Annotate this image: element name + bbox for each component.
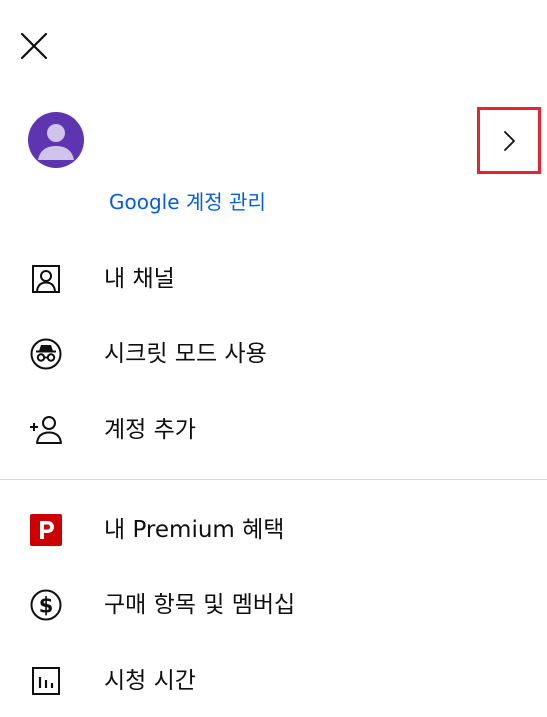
menu-item-purchases-memberships[interactable]: $ 구매 항목 및 멤버십: [0, 577, 547, 633]
menu-item-time-watched[interactable]: 시청 시간: [0, 653, 547, 709]
menu-label-my-channel: 내 채널: [104, 266, 175, 292]
person-add-icon: [28, 412, 64, 448]
menu-label-premium-benefits: 내 Premium 혜택: [104, 517, 285, 543]
menu-label-purchases-memberships: 구매 항목 및 멤버십: [104, 592, 296, 618]
incognito-icon: [28, 336, 64, 372]
menu-item-premium-benefits[interactable]: 내 Premium 혜택: [0, 502, 547, 558]
menu-item-add-account[interactable]: 계정 추가: [0, 402, 547, 458]
close-icon: [20, 32, 48, 60]
section-divider: [0, 479, 547, 480]
premium-p-icon: [28, 512, 64, 548]
menu-item-my-channel[interactable]: 내 채널: [0, 251, 547, 307]
menu-item-incognito[interactable]: 시크릿 모드 사용: [0, 326, 547, 382]
avatar[interactable]: [28, 112, 84, 168]
person-box-icon: [28, 261, 64, 297]
account-menu-page: Google 계정 관리 내 채널 시크릿 모드 사용 계정 추가 내 Prem…: [0, 0, 547, 717]
avatar-person-icon: [38, 124, 74, 160]
menu-label-time-watched: 시청 시간: [104, 668, 196, 694]
svg-text:$: $: [39, 594, 54, 618]
menu-label-add-account: 계정 추가: [104, 417, 196, 443]
manage-google-account-link[interactable]: Google 계정 관리: [109, 188, 266, 216]
bar-chart-icon: [28, 663, 64, 699]
dollar-circle-icon: $: [28, 587, 64, 623]
account-details-button[interactable]: [477, 107, 541, 174]
chevron-right-icon: [504, 130, 515, 151]
close-button[interactable]: [12, 24, 56, 68]
menu-label-incognito: 시크릿 모드 사용: [104, 341, 267, 367]
